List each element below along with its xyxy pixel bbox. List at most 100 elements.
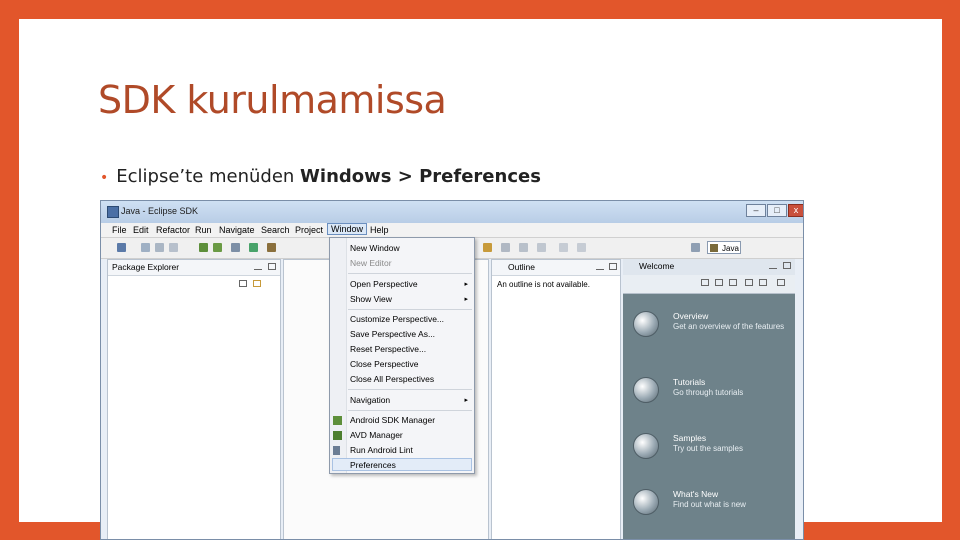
font-larger-icon[interactable] [745, 279, 753, 286]
minimize-button[interactable]: – [746, 204, 766, 217]
menu-separator [348, 309, 472, 310]
pane-minimize-icon[interactable] [254, 263, 262, 270]
welcome-minimize-icon[interactable] [769, 262, 777, 269]
save-icon[interactable] [141, 243, 150, 252]
font-smaller-icon[interactable] [759, 279, 767, 286]
welcome-back-icon[interactable] [715, 279, 723, 286]
menu-preferences[interactable]: Preferences [350, 460, 396, 470]
welcome-toolbar [623, 275, 795, 294]
android-lint-icon [333, 446, 340, 455]
eclipse-window: Java - Eclipse SDK – □ x File Edit Refac… [100, 200, 804, 540]
bullet-dot-icon: • [100, 170, 109, 186]
collapse-all-icon[interactable] [239, 280, 247, 287]
maximize-button[interactable]: □ [767, 204, 787, 217]
menu-run[interactable]: Run [192, 224, 215, 236]
menu-navigate[interactable]: Navigate [216, 224, 258, 236]
android-sdk-manager-icon [333, 416, 342, 425]
menu-search[interactable]: Search [258, 224, 293, 236]
whats-new-icon [633, 489, 659, 515]
menu-refactor[interactable]: Refactor [153, 224, 193, 236]
package-explorer-pane: Package Explorer [107, 259, 281, 539]
menu-run-android-lint[interactable]: Run Android Lint [350, 445, 413, 455]
home-icon[interactable] [701, 279, 709, 286]
java-perspective-icon [710, 244, 718, 252]
overview-title: Overview [673, 311, 709, 321]
android-sdk-icon[interactable] [199, 243, 208, 252]
outline-minimize-icon[interactable] [596, 263, 604, 270]
tab-package-explorer[interactable]: Package Explorer [112, 262, 179, 272]
window-menu-dropdown: New Window New Editor Open Perspective ▸… [329, 237, 475, 474]
submenu-arrow-icon: ▸ [464, 397, 468, 404]
menu-close-all-perspectives[interactable]: Close All Perspectives [350, 374, 434, 384]
print-icon[interactable] [169, 243, 178, 252]
avd-icon[interactable] [213, 243, 222, 252]
welcome-maximize-icon[interactable] [783, 262, 791, 269]
menu-new-window[interactable]: New Window [350, 243, 400, 253]
welcome-pane: Welcome Overview Get an overview of the … [623, 259, 795, 539]
submenu-arrow-icon: ▸ [464, 296, 468, 303]
tutorials-title: Tutorials [673, 377, 706, 387]
restore-icon[interactable] [777, 279, 785, 286]
bullet-text: • Eclipse’te menüden Windows > Preference… [100, 166, 541, 187]
menu-separator [348, 273, 472, 274]
search-icon[interactable] [501, 243, 510, 252]
submenu-arrow-icon: ▸ [464, 281, 468, 288]
bullet-prefix: Eclipse’te menüden [116, 166, 301, 187]
menu-bar: File Edit Refactor Run Navigate Search P… [101, 223, 803, 238]
menu-close-perspective[interactable]: Close Perspective [350, 359, 419, 369]
menu-new-editor[interactable]: New Editor [350, 258, 392, 268]
whats-new-title: What's New [673, 489, 719, 499]
slide-title: SDK kurulmamissa [98, 78, 447, 122]
window-titlebar[interactable]: Java - Eclipse SDK – □ x [101, 201, 803, 223]
samples-title: Samples [673, 433, 707, 443]
external-tools-icon[interactable] [267, 243, 276, 252]
save-all-icon[interactable] [155, 243, 164, 252]
tutorials-desc: Go through tutorials [673, 388, 744, 397]
menu-separator [348, 389, 472, 390]
menu-open-perspective[interactable]: Open Perspective [350, 279, 418, 289]
open-type-icon[interactable] [483, 243, 492, 252]
menu-show-view[interactable]: Show View [350, 294, 392, 304]
menu-help[interactable]: Help [367, 224, 392, 236]
eclipse-app-icon [107, 206, 119, 218]
tutorials-icon [633, 377, 659, 403]
samples-desc: Try out the samples [673, 444, 743, 453]
menu-project[interactable]: Project [292, 224, 326, 236]
menu-reset-perspective[interactable]: Reset Perspective... [350, 344, 426, 354]
avd-manager-icon [333, 431, 342, 440]
link-editor-icon[interactable] [253, 280, 261, 287]
back-icon[interactable] [559, 243, 568, 252]
menu-separator [348, 410, 472, 411]
menu-navigation[interactable]: Navigation [350, 395, 390, 405]
tab-welcome[interactable]: Welcome [639, 261, 674, 271]
menu-file[interactable]: File [109, 224, 130, 236]
next-annotation-icon[interactable] [537, 243, 546, 252]
debug-icon[interactable] [231, 243, 240, 252]
overview-icon [633, 311, 659, 337]
outline-header: Outline [492, 260, 620, 276]
tab-outline[interactable]: Outline [508, 262, 535, 272]
whats-new-desc: Find out what is new [673, 500, 746, 509]
pane-maximize-icon[interactable] [268, 263, 276, 270]
open-perspective-icon[interactable] [691, 243, 700, 252]
menu-android-sdk-manager[interactable]: Android SDK Manager [350, 415, 435, 425]
close-button[interactable]: x [788, 204, 803, 217]
annotation-icon[interactable] [519, 243, 528, 252]
overview-desc: Get an overview of the features [673, 322, 785, 331]
menu-save-perspective-as[interactable]: Save Perspective As... [350, 329, 435, 339]
java-perspective-label: Java [722, 244, 739, 253]
menu-edit[interactable]: Edit [130, 224, 152, 236]
welcome-forward-icon[interactable] [729, 279, 737, 286]
menu-customize-perspective[interactable]: Customize Perspective... [350, 314, 444, 324]
run-icon[interactable] [249, 243, 258, 252]
java-perspective-button[interactable]: Java [707, 241, 741, 254]
welcome-header: Welcome [623, 259, 795, 276]
samples-icon [633, 433, 659, 459]
bullet-bold-windows: Windows [300, 166, 392, 187]
bullet-bold-preferences: Preferences [419, 166, 541, 187]
new-icon[interactable] [117, 243, 126, 252]
menu-window[interactable]: Window [327, 223, 368, 235]
outline-maximize-icon[interactable] [609, 263, 617, 270]
forward-icon[interactable] [577, 243, 586, 252]
menu-avd-manager[interactable]: AVD Manager [350, 430, 403, 440]
